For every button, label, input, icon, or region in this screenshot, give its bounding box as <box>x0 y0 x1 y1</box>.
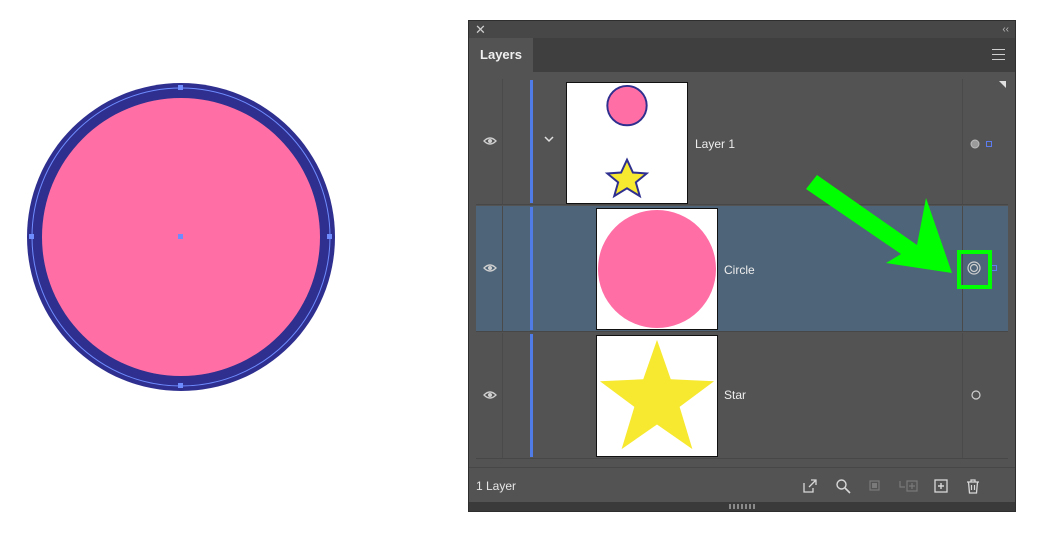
corner-triangle-icon <box>999 81 1006 88</box>
layer-name-label[interactable]: Star <box>724 388 746 402</box>
collapse-icon[interactable]: ‹‹ <box>1002 21 1009 38</box>
chevron-down-icon[interactable] <box>543 133 555 145</box>
layer-color-bar <box>530 207 533 330</box>
target-circle-icon[interactable] <box>971 390 981 400</box>
target-circle-icon[interactable] <box>970 139 980 149</box>
layer-row-layer-1[interactable]: Layer 1 <box>476 79 1008 205</box>
layer-name-label[interactable]: Circle <box>724 263 755 277</box>
target-double-circle-icon[interactable] <box>967 261 981 275</box>
visibility-eye-icon[interactable] <box>483 136 497 146</box>
close-icon[interactable]: ✕ <box>475 21 486 38</box>
selection-square-icon[interactable] <box>991 265 997 271</box>
layers-list: Layer 1 Circle Star <box>476 79 1008 463</box>
circle-thumbnail <box>596 208 718 330</box>
panel-resize-grip[interactable] <box>469 502 1015 511</box>
layer-color-bar <box>530 80 533 203</box>
anchor-point-right[interactable] <box>327 234 332 239</box>
export-icon[interactable] <box>802 478 818 494</box>
layer-name-label[interactable]: Layer 1 <box>695 137 735 151</box>
artboard-circle[interactable] <box>0 0 360 533</box>
panel-footer: 1 Layer <box>469 467 1015 504</box>
clip-mask-icon[interactable] <box>867 478 883 494</box>
trash-icon[interactable] <box>965 478 981 494</box>
panel-menu-icon[interactable] <box>992 49 1005 61</box>
selection-square-icon[interactable] <box>986 141 992 147</box>
new-sublayer-icon[interactable] <box>898 478 918 494</box>
tab-layers[interactable]: Layers <box>469 38 533 72</box>
anchor-point-bottom[interactable] <box>178 383 183 388</box>
visibility-eye-icon[interactable] <box>483 263 497 273</box>
layer-row-star[interactable]: Star <box>476 333 1008 459</box>
anchor-point-top[interactable] <box>178 85 183 90</box>
layers-panel: ✕ ‹‹ Layers Layer 1 Circle Star 1 Layer <box>468 20 1016 512</box>
tab-row: Layers <box>469 38 1015 72</box>
visibility-eye-icon[interactable] <box>483 390 497 400</box>
new-layer-icon[interactable] <box>933 478 949 494</box>
center-point <box>178 234 183 239</box>
star-thumbnail <box>596 335 718 457</box>
resize-handle[interactable] <box>729 504 755 509</box>
layer-thumbnail <box>566 82 688 204</box>
layer-count-label: 1 Layer <box>476 479 517 493</box>
locate-icon[interactable] <box>835 478 851 494</box>
panel-title-bar[interactable]: ✕ ‹‹ <box>469 21 1015 38</box>
layer-color-bar <box>530 334 533 457</box>
anchor-point-left[interactable] <box>29 234 34 239</box>
layer-row-circle[interactable]: Circle <box>476 206 1008 332</box>
